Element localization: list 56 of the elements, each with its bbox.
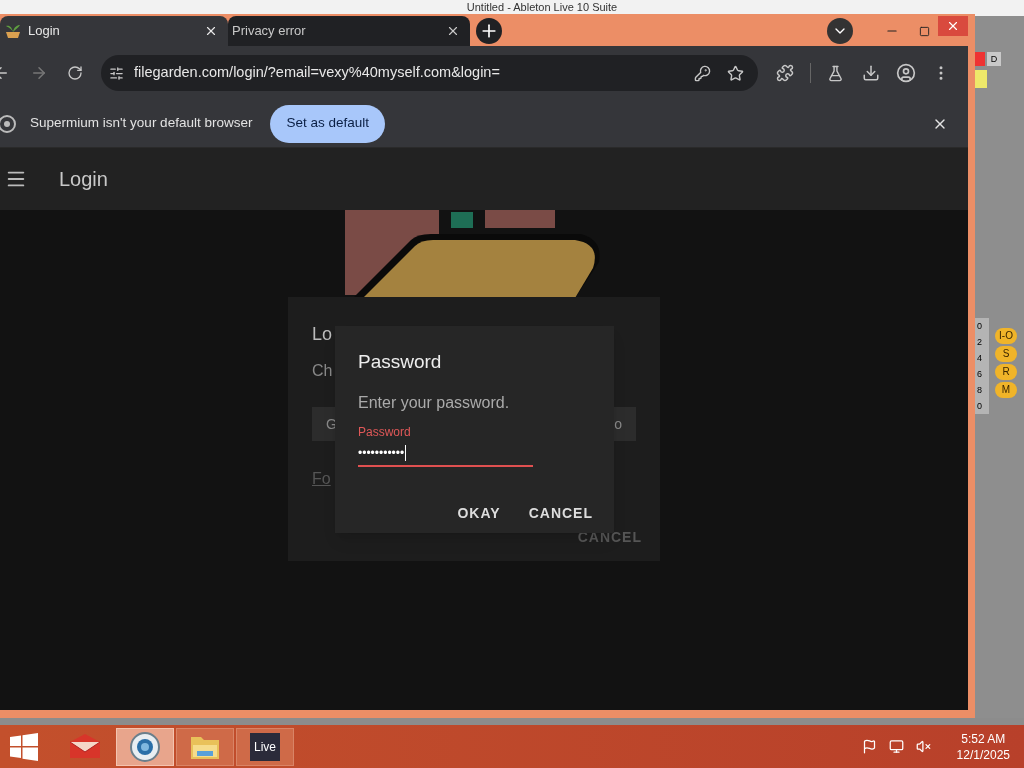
set-default-button[interactable]: Set as default [270,104,385,143]
scale-label: 2 [976,336,983,349]
browser-tab[interactable]: Privacy error [228,16,470,46]
action-center-icon[interactable] [861,739,877,754]
mixer-toggle[interactable]: R [995,364,1017,380]
profile-icon[interactable] [896,63,916,83]
scale-label: 8 [976,384,983,397]
scale-label: 0 [976,400,983,413]
taskbar-button[interactable]: Live [236,727,294,766]
mixer-toggle[interactable]: S [995,346,1017,362]
clock-date: 12/1/2025 [956,746,1010,763]
scale-label: 6 [976,368,983,381]
scale-label: 0 [976,320,983,333]
card-subtitle: Ch [312,361,333,381]
extensions-icon[interactable] [776,64,794,82]
volume-muted-icon[interactable] [915,739,931,754]
envelope-icon [68,733,102,760]
window-title: Untitled - Ableton Live 10 Suite [466,1,618,15]
new-tab-icon[interactable] [476,18,502,44]
address-bar[interactable]: filegarden.com/login/?email=vexy%40myself.com&login= [101,55,758,91]
infobar-message: Supermium isn't your default browser [30,114,253,133]
site-settings-icon[interactable] [109,65,124,81]
forward-icon[interactable] [30,64,48,82]
close-tab-icon[interactable] [446,24,460,38]
flask-icon[interactable] [827,64,844,82]
page-title: Login [59,167,108,192]
mixer-toggle[interactable]: M [995,382,1017,398]
network-icon[interactable] [888,739,904,754]
dialog-button[interactable]: CANCEL [524,502,597,524]
browser-logo-icon [0,114,16,133]
password-field[interactable]: Password ••••••••••• [358,422,533,467]
track-label: D [987,52,1001,66]
close-window-icon[interactable] [938,16,968,36]
track-status-light [975,52,985,66]
reload-icon[interactable] [67,65,83,81]
taskbar-button[interactable] [116,727,174,766]
maximize-icon[interactable] [919,25,930,37]
close-tab-icon[interactable] [204,24,218,38]
scale-label: 4 [976,352,983,365]
dialog-button[interactable]: OKAY [453,502,505,524]
dialog-title: Password [358,350,443,374]
windows-logo-icon[interactable] [10,732,38,761]
clip-slot [975,70,987,88]
key-icon[interactable] [694,64,711,82]
browser-tab[interactable]: Login [0,16,228,46]
tab-search-icon[interactable] [827,18,853,44]
bookmark-star-icon[interactable] [727,64,744,82]
taskbar-button[interactable] [176,727,234,766]
mixer-toggle[interactable]: I-O [995,328,1017,344]
field-text: o [614,414,622,434]
card-title: Lo [312,323,333,346]
dialog-message: Enter your password. [358,392,511,413]
url-text: filegarden.com/login/?email=vexy%40myself.com&login= [134,63,500,83]
download-icon[interactable] [862,64,880,82]
clock-time: 5:52 AM [961,730,1006,747]
plant-icon [4,23,22,39]
